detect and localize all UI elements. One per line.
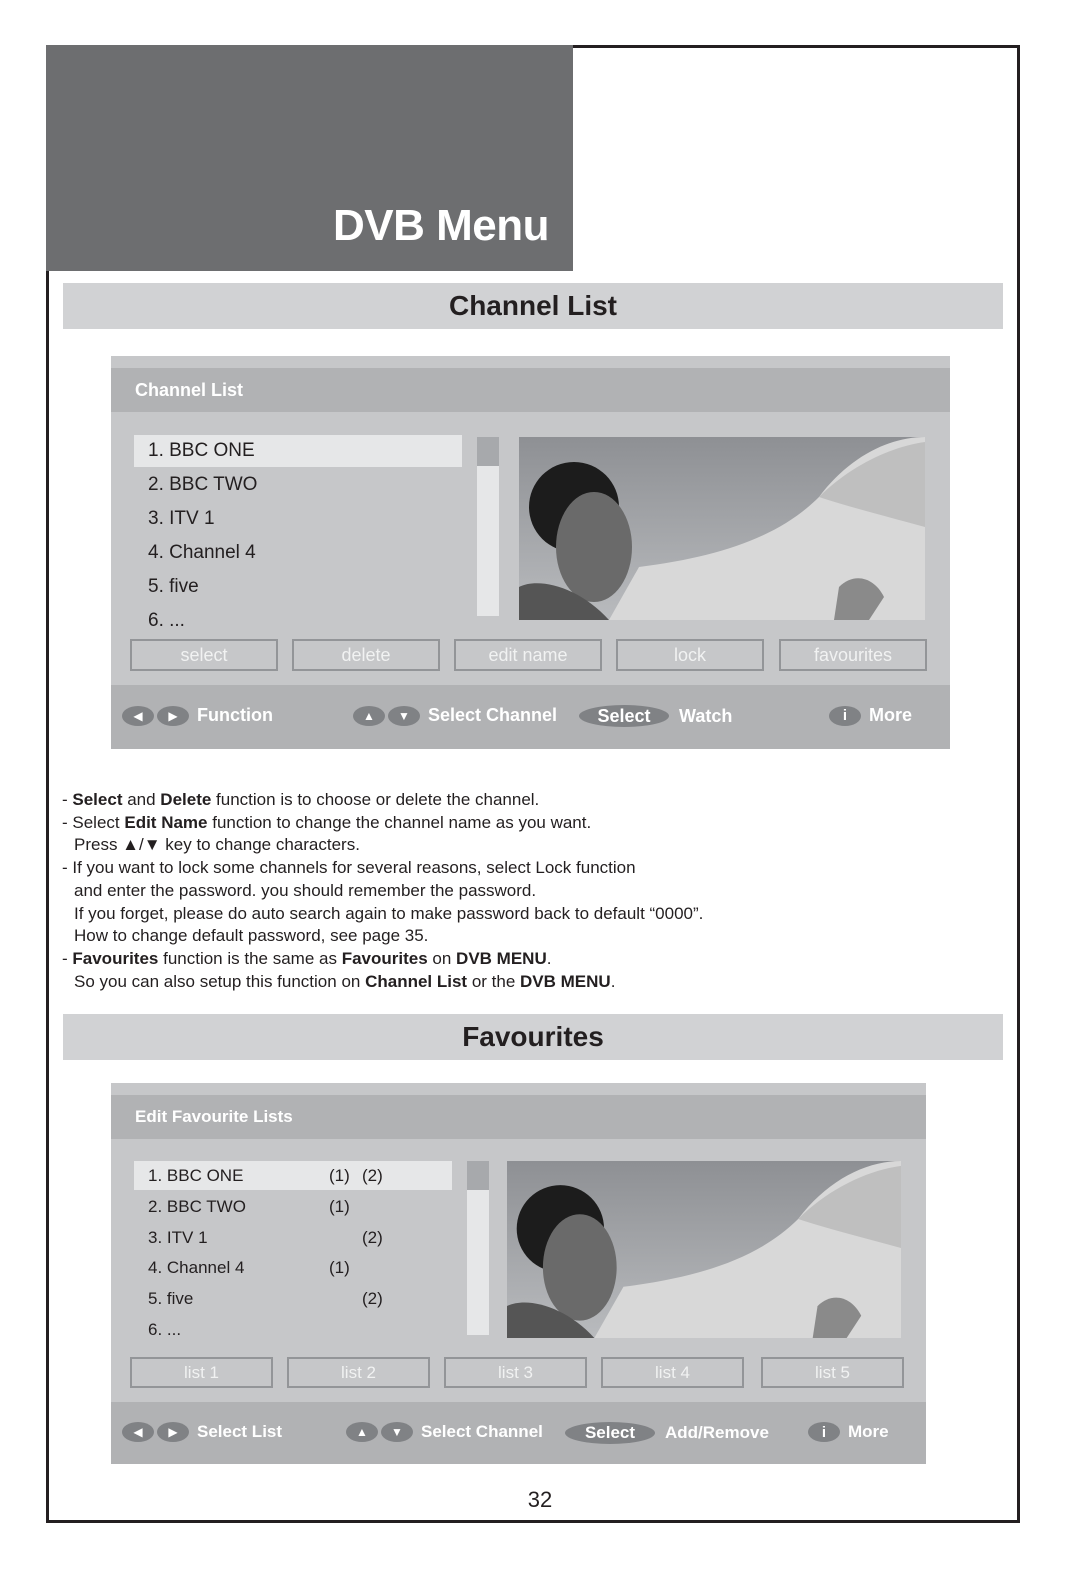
right-arrow-key-icon: ▶ xyxy=(157,1422,189,1442)
fav-list2-mark: (2) xyxy=(362,1227,383,1247)
note-line: Press ▲/▼ key to change characters. xyxy=(74,835,360,855)
note-line: - If you want to lock some channels for … xyxy=(62,858,636,878)
info-key-icon: i xyxy=(829,705,861,726)
select-key-icon: Select xyxy=(579,705,669,727)
chapter-header: DVB Menu xyxy=(46,45,573,271)
channel-item[interactable]: 3. ITV 1 xyxy=(134,503,462,535)
section-heading-channel-list: Channel List xyxy=(63,283,1003,329)
note-line: If you forget, please do auto search aga… xyxy=(74,903,704,923)
favourite-scrollbar[interactable] xyxy=(467,1161,489,1335)
select-key-icon: Select xyxy=(565,1422,655,1444)
delete-button[interactable]: delete xyxy=(292,639,440,671)
right-arrow-key-icon: ▶ xyxy=(157,705,189,726)
preview-image xyxy=(507,1161,901,1338)
lock-button[interactable]: lock xyxy=(616,639,764,671)
hint-select-channel: ▲ ▼ Select Channel xyxy=(353,705,557,726)
channel-item[interactable]: 4. Channel 4 (1) xyxy=(134,1253,452,1282)
fav-list1-mark: (1) xyxy=(329,1196,350,1216)
note-line: - Select and Delete function is to choos… xyxy=(62,790,540,809)
list-4-button[interactable]: list 4 xyxy=(601,1357,744,1388)
hint-bar: ◀ ▶ Select List ▲ ▼ Select Channel Selec… xyxy=(111,1402,926,1464)
scrollbar-thumb[interactable] xyxy=(477,437,499,466)
fav-list2-mark: (2) xyxy=(362,1165,383,1185)
down-arrow-key-icon: ▼ xyxy=(381,1422,413,1442)
instructions-text: - Select and Delete function is to choos… xyxy=(62,789,703,993)
preview-image xyxy=(519,437,925,620)
favourites-osd: Edit Favourite Lists 1. BBC ONE (1) (2) 2.… xyxy=(111,1083,926,1464)
note-line: So you can also setup this function on C… xyxy=(74,971,616,991)
channel-item[interactable]: 3. ITV 1 (2) xyxy=(134,1223,452,1252)
note-line: How to change default password, see page… xyxy=(74,926,429,946)
photo-woman-horse xyxy=(507,1161,901,1338)
channel-item[interactable]: 5. five (2) xyxy=(134,1284,452,1313)
channel-item[interactable]: 1. BBC ONE xyxy=(134,435,462,467)
fav-list1-mark: (1) xyxy=(329,1257,350,1277)
osd-title: Edit Favourite Lists xyxy=(111,1095,926,1139)
note-line: and enter the password. you should remem… xyxy=(74,880,537,900)
up-arrow-key-icon: ▲ xyxy=(353,705,385,726)
hint-add-remove: Select Add/Remove xyxy=(565,1422,769,1444)
hint-more: i More xyxy=(829,705,912,726)
list-2-button[interactable]: list 2 xyxy=(287,1357,430,1388)
edit-name-button[interactable]: edit name xyxy=(454,639,602,671)
page-number: 32 xyxy=(527,1487,553,1512)
hint-select-channel: ▲ ▼ Select Channel xyxy=(346,1422,543,1442)
photo-woman-horse xyxy=(519,437,925,620)
fav-list2-mark: (2) xyxy=(362,1288,383,1308)
left-arrow-key-icon: ◀ xyxy=(122,705,154,726)
fav-list1-mark: (1) xyxy=(329,1165,350,1185)
channel-item[interactable]: 2. BBC TWO xyxy=(134,469,462,501)
list-1-button[interactable]: list 1 xyxy=(130,1357,273,1388)
channel-item[interactable]: 1. BBC ONE (1) (2) xyxy=(134,1161,452,1190)
select-button[interactable]: select xyxy=(130,639,278,671)
hint-select-list: ◀ ▶ Select List xyxy=(122,1422,282,1442)
channel-item[interactable]: 6. ... xyxy=(134,1315,452,1344)
left-arrow-key-icon: ◀ xyxy=(122,1422,154,1442)
section-heading-favourites: Favourites xyxy=(63,1014,1003,1060)
down-arrow-key-icon: ▼ xyxy=(388,705,420,726)
hint-bar: ◀ ▶ Function ▲ ▼ Select Channel Select W… xyxy=(111,685,950,749)
channel-item[interactable]: 5. five xyxy=(134,571,462,603)
note-line: - Favourites function is the same as Fav… xyxy=(62,948,552,968)
favourites-button[interactable]: favourites xyxy=(779,639,927,671)
channel-item[interactable]: 6. ... xyxy=(134,605,462,637)
hint-more: i More xyxy=(808,1422,889,1442)
up-arrow-key-icon: ▲ xyxy=(346,1422,378,1442)
chapter-title: DVB Menu xyxy=(333,201,550,250)
list-5-button[interactable]: list 5 xyxy=(761,1357,904,1388)
scrollbar-thumb[interactable] xyxy=(467,1161,489,1190)
osd-title: Channel List xyxy=(111,368,950,412)
channel-list-osd: Channel List 1. BBC ONE 2. BBC TWO 3. IT… xyxy=(111,356,950,749)
note-line: - Select Edit Name function to change th… xyxy=(62,812,592,832)
channel-scrollbar[interactable] xyxy=(477,437,499,616)
channel-item[interactable]: 4. Channel 4 xyxy=(134,537,462,569)
hint-function: ◀ ▶ Function xyxy=(122,705,273,726)
info-key-icon: i xyxy=(808,1422,840,1442)
hint-watch: Select Watch xyxy=(579,705,732,727)
channel-item[interactable]: 2. BBC TWO (1) xyxy=(134,1192,452,1221)
list-3-button[interactable]: list 3 xyxy=(444,1357,587,1388)
